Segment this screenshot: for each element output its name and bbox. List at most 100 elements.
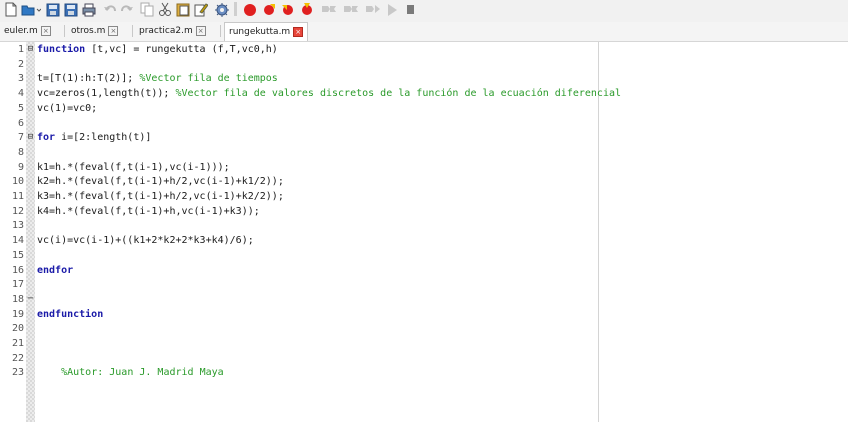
- toolbar: [0, 0, 848, 22]
- tab-otros[interactable]: otros.m ×: [67, 22, 122, 40]
- continue-icon[interactable]: [320, 2, 338, 17]
- code-editor[interactable]: 1 ⊟ function [t,vc] = rungekutta (f,T,vc0,…: [0, 42, 848, 422]
- comment-token: %Vector fila de valores discretos de la …: [175, 88, 622, 100]
- code-line[interactable]: 1 ⊟ function [t,vc] = rungekutta (f,T,vc0,…: [0, 44, 848, 55]
- copy-icon[interactable]: [140, 2, 154, 17]
- code-text: vc=zeros(1,length(t)); %Vector fila de v…: [37, 88, 621, 99]
- fold-marker-icon[interactable]: ⊟: [27, 132, 34, 143]
- fold-marker-icon[interactable]: ─: [27, 294, 34, 305]
- play-icon[interactable]: [385, 2, 399, 17]
- line-number: 22: [11, 352, 24, 364]
- line-number: 1: [17, 44, 24, 55]
- tab-practica2[interactable]: practica2.m ×: [135, 22, 210, 40]
- line-number: 21: [11, 338, 24, 349]
- undo-icon[interactable]: [103, 2, 117, 17]
- code-line[interactable]: 15: [0, 250, 848, 261]
- cut-icon[interactable]: [158, 2, 172, 17]
- stop-icon[interactable]: [404, 2, 418, 17]
- step-over-icon[interactable]: [364, 2, 382, 17]
- line-number: 13: [11, 220, 24, 232]
- close-icon[interactable]: ×: [293, 27, 304, 37]
- code-text: t=[T(1):h:T(2)]; %Vector fila de tiempos: [37, 73, 278, 84]
- code-token: k2=h.*(feval(f,t(i-1)+h/2,vc(i-1)+k1/2))…: [37, 176, 284, 188]
- open-file-icon[interactable]: [21, 2, 42, 17]
- code-text: endfunction: [37, 309, 103, 320]
- fold-marker-icon[interactable]: ⊟: [27, 44, 34, 55]
- code-token: k4=h.*(feval(f,t(i-1)+h,vc(i-1)+k3));: [37, 205, 260, 217]
- settings-icon[interactable]: [214, 2, 230, 17]
- breakpoint-icon[interactable]: [243, 2, 257, 17]
- line-number: 8: [17, 146, 24, 158]
- debug-step-in-icon[interactable]: [281, 2, 295, 17]
- code-line[interactable]: 20: [0, 323, 848, 334]
- code-line[interactable]: 17: [0, 279, 848, 290]
- close-icon[interactable]: ×: [195, 26, 206, 36]
- paste-icon[interactable]: [176, 2, 190, 17]
- print-icon[interactable]: [82, 2, 96, 17]
- code-line[interactable]: 12 k4=h.*(feval(f,t(i-1)+h,vc(i-1)+k3));: [0, 206, 848, 217]
- code-line[interactable]: 3 t=[T(1):h:T(2)]; %Vector fila de tiempo…: [0, 73, 848, 84]
- keyword-token: endfor: [37, 264, 74, 276]
- tab-label: rungekutta.m: [229, 27, 291, 37]
- code-token: k3=h.*(feval(f,t(i-1)+h/2,vc(i-1)+k2/2))…: [37, 191, 284, 202]
- debug-step-out-icon[interactable]: [300, 2, 314, 17]
- debug-step-icon[interactable]: [262, 2, 276, 17]
- code-line[interactable]: 23 %Autor: Juan J. Madrid Maya: [0, 367, 848, 378]
- code-line[interactable]: 5 vc(1)=vc0;: [0, 103, 848, 114]
- code-line[interactable]: 14 vc(i)=vc(i-1)+((k1+2*k2+2*k3+k4)/6);: [0, 235, 848, 246]
- code-text: vc(i)=vc(i-1)+((k1+2*k2+2*k3+k4)/6);: [37, 235, 254, 246]
- line-number: 11: [11, 191, 24, 202]
- code-line[interactable]: 21: [0, 338, 848, 349]
- redo-icon[interactable]: [120, 2, 134, 17]
- keyword-token: function: [37, 44, 86, 55]
- line-number: 10: [11, 176, 24, 188]
- code-line[interactable]: 9 k1=h.*(feval(f,t(i-1),vc(i-1)));: [0, 162, 848, 173]
- code-line[interactable]: 16 endfor: [0, 265, 848, 276]
- line-number: 4: [17, 88, 24, 100]
- line-number: 12: [11, 205, 24, 217]
- line-number: 20: [11, 323, 24, 335]
- code-text: for i=[2:length(t)]: [37, 132, 151, 143]
- close-icon[interactable]: ×: [40, 26, 51, 36]
- close-icon[interactable]: ×: [108, 26, 119, 36]
- save-all-icon[interactable]: [64, 2, 78, 17]
- toolbar-separator: [234, 2, 237, 16]
- code-line[interactable]: 6: [0, 118, 848, 129]
- line-number: 14: [11, 235, 24, 247]
- editor-tab-bar: euler.m × otros.m × practica2.m × rungek…: [0, 22, 848, 42]
- line-number: 16: [11, 264, 24, 276]
- code-line[interactable]: 4 vc=zeros(1,length(t)); %Vector fila de …: [0, 88, 848, 99]
- code-text: k1=h.*(feval(f,t(i-1),vc(i-1)));: [37, 162, 230, 173]
- save-icon[interactable]: [46, 2, 60, 17]
- tab-separator: [220, 25, 221, 37]
- code-line[interactable]: 18 ─: [0, 294, 848, 305]
- code-line[interactable]: 7 ⊟ for i=[2:length(t)]: [0, 132, 848, 143]
- line-number: 7: [17, 132, 24, 144]
- code-line[interactable]: 22: [0, 353, 848, 364]
- tab-rungekutta[interactable]: rungekutta.m ×: [224, 22, 309, 41]
- code-line[interactable]: 19 endfunction: [0, 309, 848, 320]
- line-number: 15: [11, 249, 24, 261]
- code-line[interactable]: 10 k2=h.*(feval(f,t(i-1)+h/2,vc(i-1)+k1/2…: [0, 176, 848, 187]
- comment-token: %Vector fila de tiempos: [139, 73, 278, 85]
- tab-euler[interactable]: euler.m ×: [0, 22, 55, 40]
- line-number: 5: [17, 102, 24, 114]
- code-line[interactable]: 13: [0, 220, 848, 231]
- code-token: [t,vc] = rungekutta (f,T,vc0,h): [85, 44, 278, 55]
- keyword-token: endfunction: [37, 308, 104, 320]
- code-token: vc=zeros(1,length(t));: [37, 88, 176, 100]
- tab-label: euler.m: [4, 26, 38, 36]
- run-icon[interactable]: [342, 2, 360, 17]
- tab-label: otros.m: [71, 26, 106, 36]
- line-number: 17: [11, 279, 24, 291]
- tab-separator: [64, 25, 65, 37]
- new-file-icon[interactable]: [4, 2, 18, 17]
- code-text: k4=h.*(feval(f,t(i-1)+h,vc(i-1)+k3));: [37, 206, 260, 217]
- code-text: endfor: [37, 265, 73, 276]
- code-line[interactable]: 2: [0, 59, 848, 70]
- code-line[interactable]: 8: [0, 147, 848, 158]
- line-number: 18: [11, 293, 24, 305]
- edit-icon[interactable]: [194, 2, 209, 17]
- tab-separator: [132, 25, 133, 37]
- code-line[interactable]: 11 k3=h.*(feval(f,t(i-1)+h/2,vc(i-1)+k2/2…: [0, 191, 848, 202]
